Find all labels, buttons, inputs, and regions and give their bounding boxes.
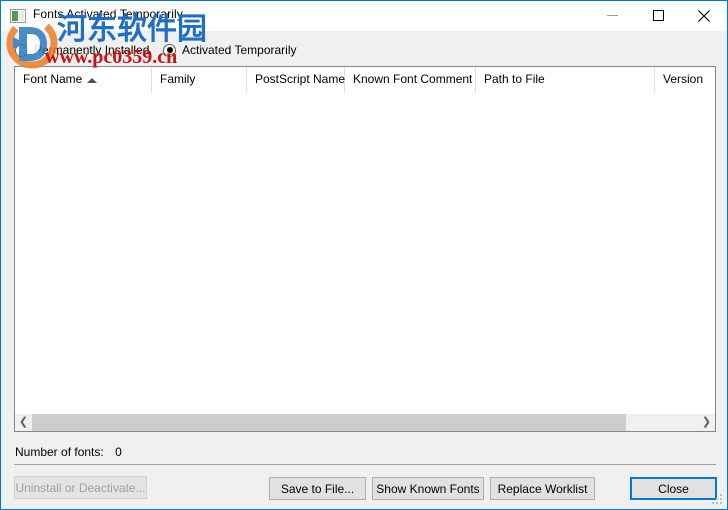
replace-worklist-button[interactable]: Replace Worklist (490, 477, 595, 500)
radio-activated-temporarily[interactable]: Activated Temporarily (163, 41, 297, 59)
radio-indicator-permanent (15, 43, 28, 57)
list-header-row: Font Name Family PostScript Name Known F… (15, 67, 715, 94)
maximize-icon[interactable] (635, 1, 681, 30)
horizontal-scrollbar[interactable]: ❮ ❯ (15, 413, 715, 431)
radio-label-temporary: Activated Temporarily (182, 43, 297, 57)
column-header-family[interactable]: Family (152, 67, 247, 93)
list-rows-area[interactable] (15, 93, 715, 413)
title-bar[interactable]: Fonts Activated Temporarily (1, 1, 727, 31)
column-header-known-font-comment[interactable]: Known Font Comment (345, 67, 476, 93)
column-header-label: PostScript Name (255, 72, 346, 86)
chevron-right-icon[interactable]: ❯ (698, 414, 715, 431)
column-header-path-to-file[interactable]: Path to File (476, 67, 655, 93)
column-header-label: Known Font Comment (353, 72, 473, 86)
column-header-label: Version (663, 72, 704, 86)
radio-permanently-installed[interactable]: Permanently Installed (15, 41, 149, 59)
close-icon[interactable] (681, 1, 727, 30)
fonts-activated-temporarily-window: Fonts Activated Temporarily Permanently … (0, 0, 728, 510)
radio-label-permanent: Permanently Installed (34, 43, 150, 57)
window-title: Fonts Activated Temporarily (33, 7, 183, 21)
uninstall-or-deactivate-button[interactable]: Uninstall or Deactivate... (14, 476, 147, 499)
status-label: Number of fonts: (15, 445, 104, 459)
status-bar: Number of fonts: 0 (15, 445, 122, 459)
close-button[interactable]: Close (630, 477, 717, 500)
sort-ascending-icon (87, 78, 97, 83)
column-header-version[interactable]: Version (655, 67, 715, 93)
save-to-file-button[interactable]: Save to File... (269, 477, 366, 500)
column-header-label: Path to File (484, 72, 545, 86)
chevron-left-icon[interactable]: ❮ (15, 414, 32, 431)
footer-separator (14, 464, 716, 465)
radio-indicator-temporary (163, 43, 176, 57)
column-header-label: Font Name (23, 72, 83, 86)
column-header-font-name[interactable]: Font Name (15, 67, 152, 93)
resize-grip[interactable] (712, 494, 723, 505)
fonts-list-view[interactable]: Font Name Family PostScript Name Known F… (14, 66, 716, 432)
status-count: 0 (115, 445, 122, 459)
minimize-icon[interactable] (589, 1, 635, 30)
column-header-label: Family (160, 72, 196, 86)
app-window-icon (10, 8, 26, 24)
show-known-fonts-button[interactable]: Show Known Fonts (372, 477, 484, 500)
column-header-postscript-name[interactable]: PostScript Name (247, 67, 345, 93)
scrollbar-thumb[interactable] (32, 414, 626, 431)
font-scope-radio-group: Permanently Installed Activated Temporar… (1, 41, 727, 61)
